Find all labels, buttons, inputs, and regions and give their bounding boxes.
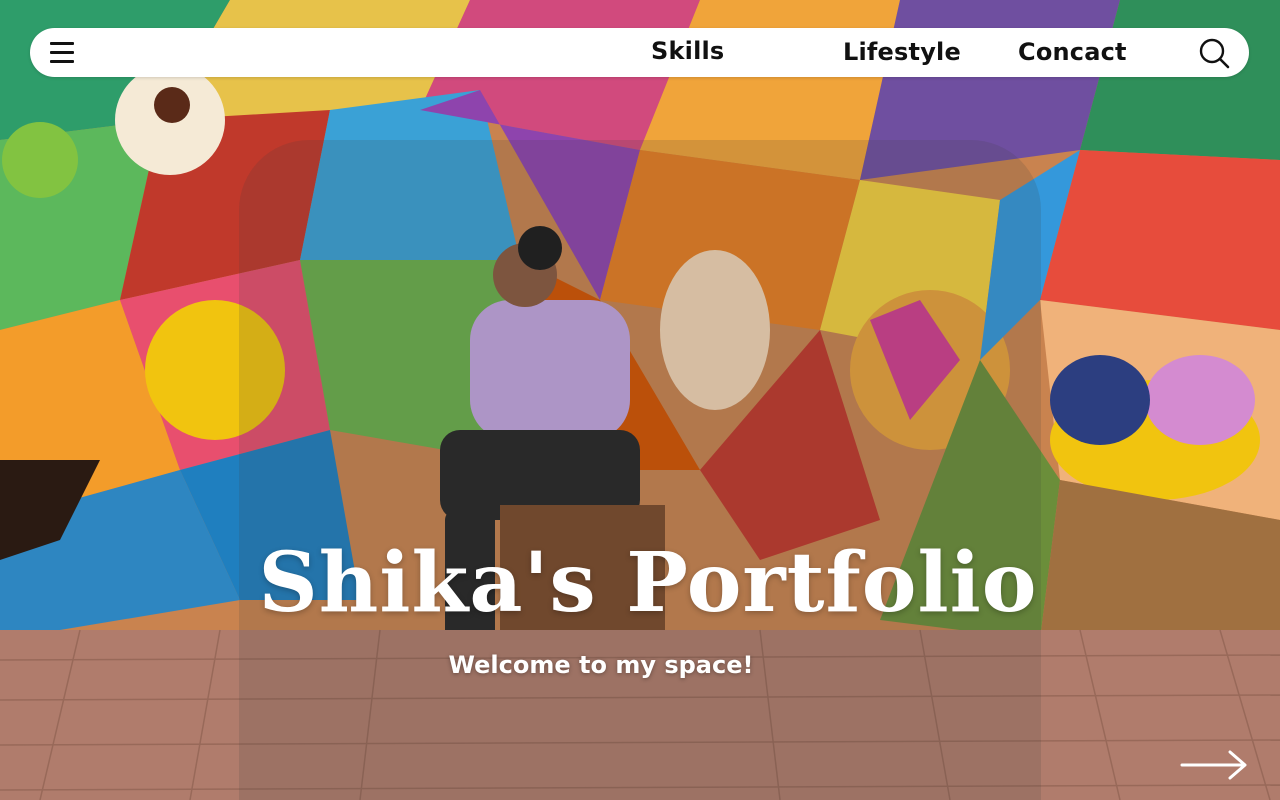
hero-overlay-panel: [239, 140, 1041, 800]
arrow-right-icon[interactable]: [1180, 748, 1250, 782]
hero-section: Shika's Portfolio Welcome to my space!: [0, 0, 1280, 800]
search-icon[interactable]: [1198, 37, 1230, 69]
nav-link-skills[interactable]: Skills: [651, 36, 724, 66]
nav-link-contact[interactable]: Concact: [1018, 37, 1127, 67]
nav-link-lifestyle[interactable]: Lifestyle: [843, 37, 961, 67]
top-navbar: Skills Lifestyle Concact: [30, 28, 1249, 77]
hero-subtitle: Welcome to my space!: [448, 651, 754, 679]
hero-title: Shika's Portfolio: [258, 535, 1038, 631]
hamburger-menu-icon[interactable]: [50, 42, 74, 64]
